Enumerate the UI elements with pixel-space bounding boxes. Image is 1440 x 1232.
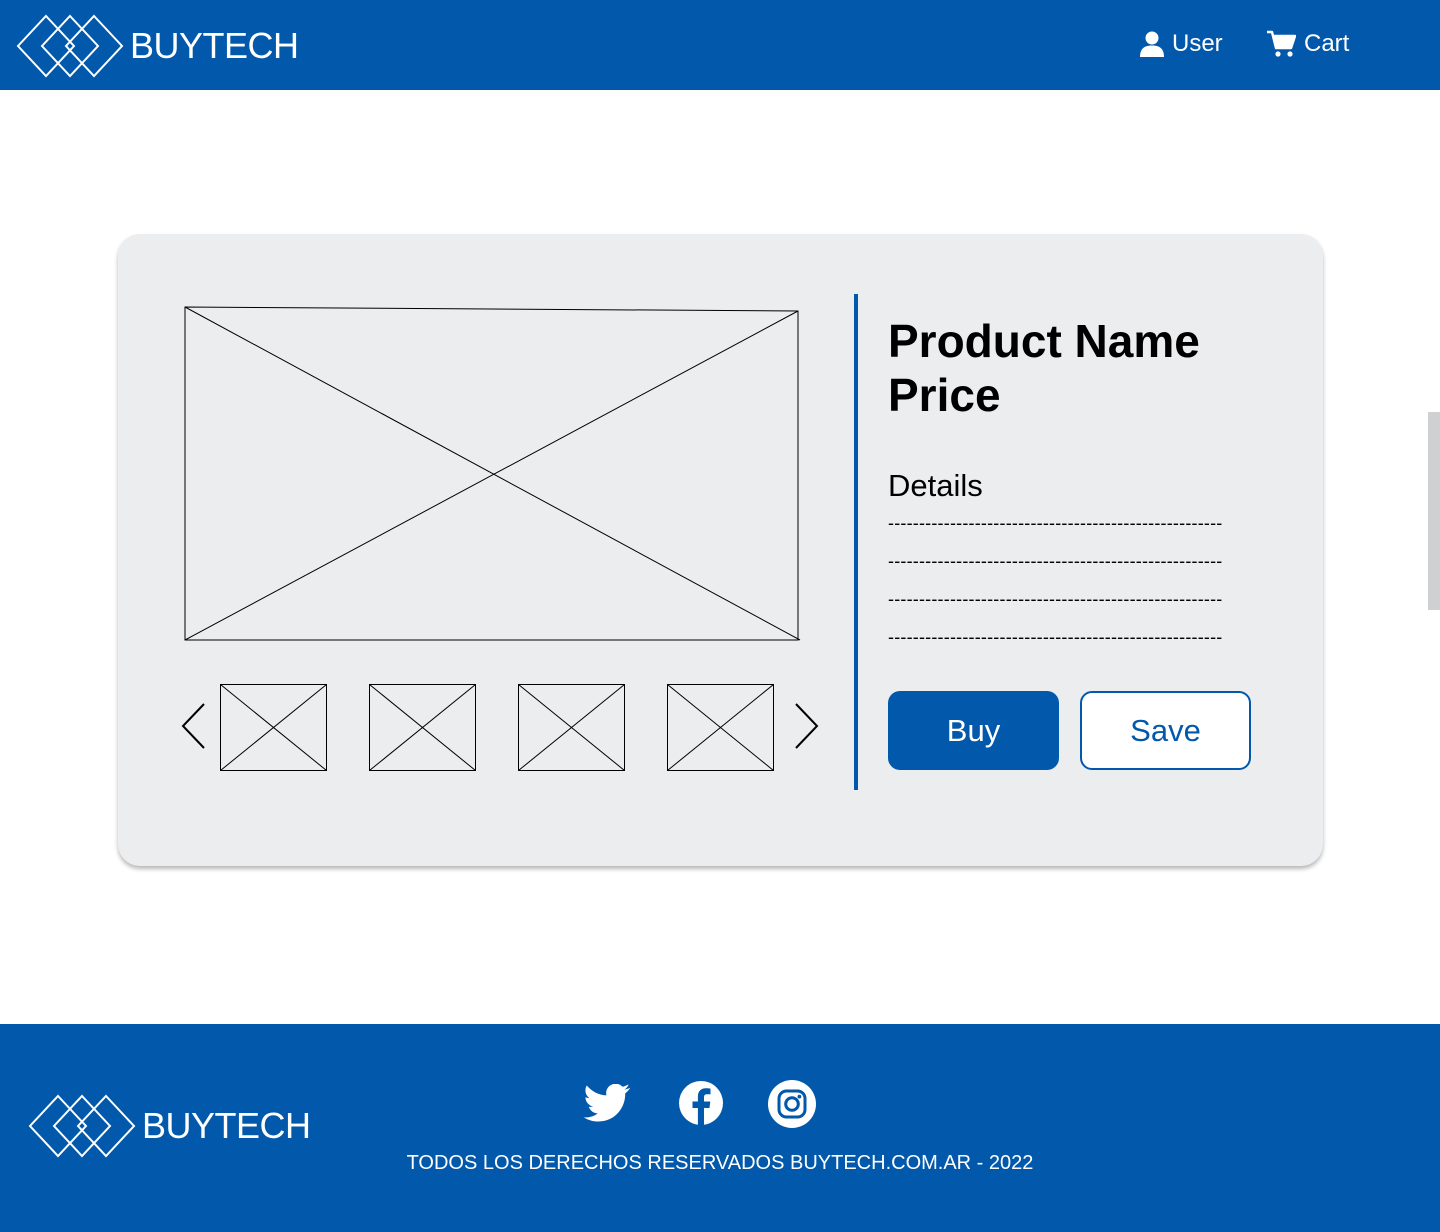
- copyright-text: TODOS LOS DERECHOS RESERVADOS BUYTECH.CO…: [406, 1152, 1034, 1174]
- thumbnail-4[interactable]: [667, 684, 775, 772]
- user-icon: [1140, 31, 1164, 57]
- page-scrollbar-thumb[interactable]: [1428, 412, 1440, 610]
- nav-cart-label: Cart: [1304, 30, 1350, 57]
- detail-line: ----------------------------------------…: [888, 513, 1223, 533]
- logo-diamonds-icon: [28, 1094, 136, 1158]
- brand-logo[interactable]: BUYTECH: [16, 14, 299, 78]
- logo-diamonds-icon: [16, 14, 124, 78]
- details-label: Details: [888, 468, 983, 503]
- site-header: BUYTECH User Cart: [0, 0, 1440, 90]
- facebook-icon[interactable]: [678, 1080, 724, 1126]
- product-info: Product Name Price Details -------------…: [888, 314, 1268, 656]
- vertical-divider: [854, 294, 858, 790]
- site-footer: BUYTECH TODOS LOS DERECHOS RESERVADOS BU…: [0, 1024, 1440, 1232]
- footer-brand-name: BUYTECH: [142, 1105, 311, 1146]
- thumbnail-carousel: [180, 682, 820, 774]
- nav-cart[interactable]: Cart: [1266, 30, 1349, 58]
- main-product-image: [184, 306, 801, 641]
- chevron-left-icon[interactable]: [180, 702, 206, 750]
- thumbnail-1[interactable]: [220, 684, 328, 772]
- chevron-right-icon[interactable]: [794, 702, 820, 750]
- thumbnail-3[interactable]: [518, 684, 626, 772]
- buy-button[interactable]: Buy: [888, 691, 1059, 770]
- product-card: Product Name Price Details -------------…: [118, 234, 1323, 866]
- save-button[interactable]: Save: [1080, 691, 1251, 770]
- twitter-icon[interactable]: [584, 1084, 632, 1124]
- instagram-icon[interactable]: [768, 1080, 816, 1128]
- product-price: Price: [888, 369, 1001, 421]
- brand-name: BUYTECH: [130, 25, 299, 66]
- nav-user-label: User: [1172, 30, 1223, 57]
- detail-line: ----------------------------------------…: [888, 551, 1223, 571]
- detail-line: ----------------------------------------…: [888, 589, 1223, 609]
- cart-icon: [1267, 30, 1296, 57]
- thumbnail-2[interactable]: [369, 684, 477, 772]
- detail-line: ----------------------------------------…: [888, 627, 1223, 647]
- footer-brand-logo[interactable]: BUYTECH: [28, 1094, 311, 1158]
- nav-user[interactable]: User: [1140, 30, 1223, 58]
- product-name: Product Name: [888, 315, 1200, 367]
